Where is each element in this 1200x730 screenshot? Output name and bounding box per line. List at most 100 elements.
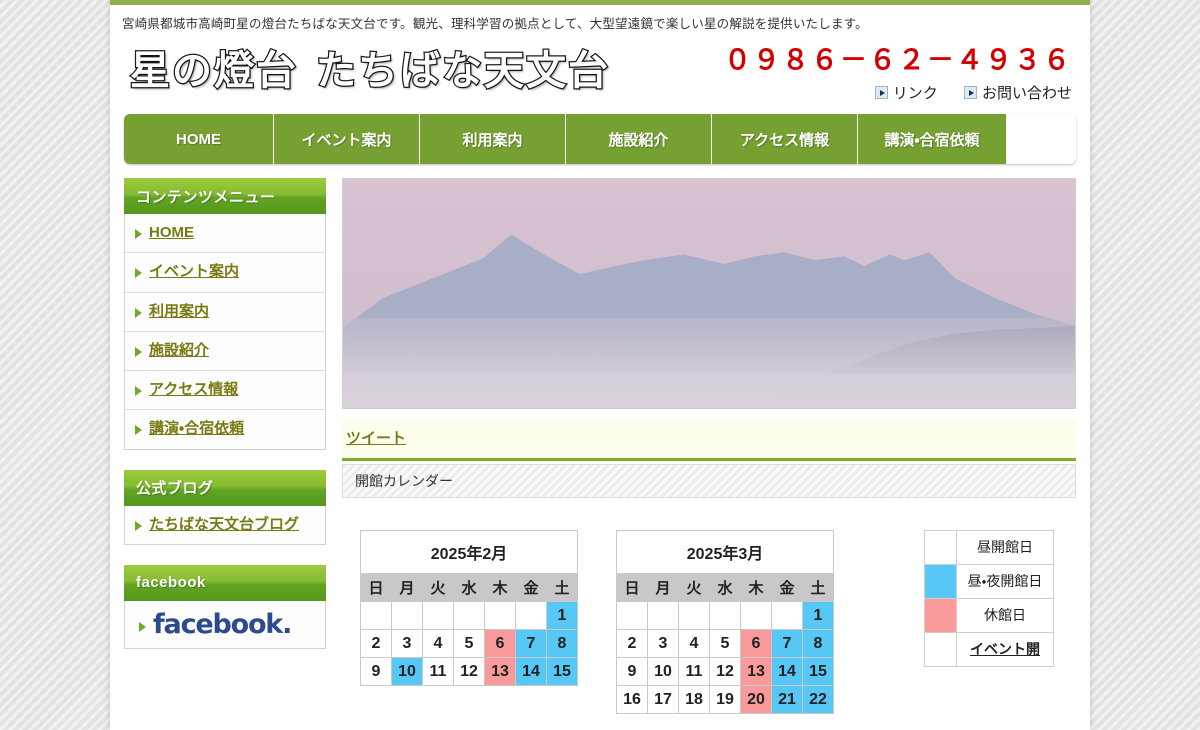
calendar-day-cell[interactable]: 8 bbox=[546, 629, 578, 658]
sidebar-item-home[interactable]: HOME bbox=[125, 214, 325, 254]
sidebar-item-home-label: HOME bbox=[149, 224, 194, 241]
nav-item-events[interactable]: イベント案内 bbox=[274, 114, 420, 164]
calendar-day-cell[interactable]: 15 bbox=[802, 657, 834, 686]
hero-landscape-illustration bbox=[343, 179, 1075, 408]
sidebar-item-facilities[interactable]: 施設紹介 bbox=[125, 331, 325, 371]
nav-item-facilities[interactable]: 施設紹介 bbox=[566, 114, 712, 164]
calendar-day-cell[interactable]: 9 bbox=[360, 657, 392, 686]
sidebar-blog-box: たちばな天文台ブログ bbox=[124, 505, 326, 545]
sidebar-heading-blog: 公式ブログ bbox=[124, 469, 326, 506]
weekday-mon: 月 bbox=[391, 573, 423, 602]
calendar-day-cell[interactable]: 4 bbox=[678, 629, 710, 658]
legend-swatch-none bbox=[924, 632, 957, 667]
calendar-day-cell[interactable]: 18 bbox=[678, 685, 710, 714]
calendar-day-cell[interactable]: 3 bbox=[391, 629, 423, 658]
weekday-sat: 土 bbox=[802, 573, 834, 602]
calendar-week-row: 1 bbox=[360, 601, 578, 630]
calendar-march-weekday-row: 日 月 火 水 木 金 土 bbox=[616, 573, 834, 602]
calendar-day-cell[interactable]: 2 bbox=[360, 629, 392, 658]
header-link-contact[interactable]: お問い合わせ bbox=[963, 82, 1072, 103]
calendar-empty-cell bbox=[709, 601, 741, 630]
calendar-day-cell[interactable]: 5 bbox=[709, 629, 741, 658]
calendar-week-row: 9 10 11 12 13 14 15 bbox=[360, 657, 578, 686]
calendar-empty-cell bbox=[740, 601, 772, 630]
calendar-day-cell[interactable]: 13 bbox=[740, 657, 772, 686]
weekday-tue: 火 bbox=[422, 573, 454, 602]
header-link-links[interactable]: リンク bbox=[874, 82, 938, 103]
calendar-day-cell[interactable]: 8 bbox=[802, 629, 834, 658]
calendar-day-cell[interactable]: 3 bbox=[647, 629, 679, 658]
site-logo[interactable]: 星の燈台 たちばな天文台 bbox=[129, 38, 610, 96]
triangle-bullet-icon bbox=[135, 520, 142, 531]
facebook-logo: facebook. bbox=[153, 608, 292, 640]
facebook-link[interactable]: facebook. bbox=[125, 600, 325, 648]
legend-label-event[interactable]: イベント開 bbox=[956, 632, 1054, 667]
legend-label-closed: 休館日 bbox=[956, 598, 1054, 633]
calendar-legend-table: 昼開館日 昼・夜開館日 休館日 イベント開 bbox=[924, 530, 1054, 667]
calendar-day-cell[interactable]: 15 bbox=[546, 657, 578, 686]
calendar-week-row: 2345678 bbox=[616, 629, 834, 658]
sidebar-item-events[interactable]: イベント案内 bbox=[125, 253, 325, 293]
sidebar-item-usage[interactable]: 利用案内 bbox=[125, 292, 325, 332]
calendar-day-cell[interactable]: 1 bbox=[546, 601, 578, 630]
sidebar-content-menu-box: HOME イベント案内 利用案内 施設紹介 アクセス情報 講演・合宿依頼 bbox=[124, 214, 326, 450]
triangle-bullet-icon bbox=[135, 268, 142, 279]
triangle-bullet-icon bbox=[139, 622, 146, 633]
calendar-day-cell[interactable]: 21 bbox=[771, 685, 803, 714]
calendar-day-cell[interactable]: 5 bbox=[453, 629, 485, 658]
calendar-day-cell[interactable]: 14 bbox=[771, 657, 803, 686]
calendar-day-cell[interactable]: 4 bbox=[422, 629, 454, 658]
calendar-day-cell[interactable]: 20 bbox=[740, 685, 772, 714]
legend-swatch-none bbox=[924, 530, 957, 565]
logo-text-primary: 星の燈台 bbox=[129, 48, 298, 95]
calendar-day-cell[interactable]: 6 bbox=[484, 629, 516, 658]
sidebar-item-lecture-camp[interactable]: 講演・合宿依頼 bbox=[125, 410, 325, 449]
calendar-day-cell[interactable]: 11 bbox=[678, 657, 710, 686]
sidebar-item-events-label: イベント案内 bbox=[149, 263, 240, 281]
calendar-empty-cell bbox=[515, 601, 547, 630]
calendar-empty-cell bbox=[422, 601, 454, 630]
calendar-empty-cell bbox=[771, 601, 803, 630]
calendar-day-cell[interactable]: 11 bbox=[422, 657, 454, 686]
tweet-link[interactable]: ツイート bbox=[346, 430, 406, 447]
nav-item-usage[interactable]: 利用案内 bbox=[420, 114, 566, 164]
logo-text-secondary: たちばな天文台 bbox=[315, 48, 610, 95]
header-link-contact-label: お問い合わせ bbox=[981, 85, 1072, 102]
calendar-day-cell[interactable]: 7 bbox=[515, 629, 547, 658]
calendar-day-cell[interactable]: 2 bbox=[616, 629, 648, 658]
triangle-bullet-icon bbox=[135, 346, 142, 357]
weekday-mon: 月 bbox=[647, 573, 679, 602]
weekday-sun: 日 bbox=[360, 573, 392, 602]
calendar-empty-cell bbox=[647, 601, 679, 630]
nav-item-home[interactable]: HOME bbox=[124, 114, 274, 164]
calendar-legend: 昼開館日 昼・夜開館日 休館日 イベント開 bbox=[924, 530, 1054, 667]
phone-number: ０９８６－６２－４９３６ bbox=[724, 45, 1072, 75]
nav-item-access[interactable]: アクセス情報 bbox=[712, 114, 858, 164]
calendar-day-cell[interactable]: 6 bbox=[740, 629, 772, 658]
calendar-march-title: 2025年3月 bbox=[616, 530, 834, 573]
calendar-day-cell[interactable]: 22 bbox=[802, 685, 834, 714]
calendar-day-cell[interactable]: 16 bbox=[616, 685, 648, 714]
calendar-day-cell[interactable]: 17 bbox=[647, 685, 679, 714]
calendar-day-cell[interactable]: 12 bbox=[453, 657, 485, 686]
calendar-day-cell[interactable]: 14 bbox=[515, 657, 547, 686]
sidebar-item-access[interactable]: アクセス情報 bbox=[125, 371, 325, 411]
sidebar-item-blog[interactable]: たちばな天文台ブログ bbox=[125, 505, 325, 544]
calendar-day-cell[interactable]: 9 bbox=[616, 657, 648, 686]
weekday-wed: 水 bbox=[453, 573, 485, 602]
weekday-sat: 土 bbox=[546, 573, 578, 602]
calendar-day-cell[interactable]: 10 bbox=[391, 657, 423, 686]
calendar-day-cell[interactable]: 10 bbox=[647, 657, 679, 686]
nav-item-lecture-camp[interactable]: 講演・合宿依頼 bbox=[858, 114, 1006, 164]
calendar-february: 2025年2月 日 月 火 水 木 金 土 1 2 3 4 5 6 7 8 9 10 11 12 13 1… bbox=[360, 530, 578, 686]
legend-label-day-night-open: 昼・夜開館日 bbox=[956, 564, 1054, 599]
site-tagline: 宮崎県都城市高崎町星の燈台たちばな天文台です。観光、理科学習の拠点として、大型望… bbox=[122, 17, 868, 31]
sidebar: コンテンツメニュー HOME イベント案内 利用案内 施設紹介 アクセス情報 講… bbox=[124, 178, 326, 714]
calendar-day-cell[interactable]: 7 bbox=[771, 629, 803, 658]
calendar-day-cell[interactable]: 12 bbox=[709, 657, 741, 686]
calendar-week-row: 16 17 18 19 20 21 22 bbox=[616, 685, 834, 714]
calendar-day-cell[interactable]: 13 bbox=[484, 657, 516, 686]
calendar-day-cell[interactable]: 1 bbox=[802, 601, 834, 630]
calendar-day-cell[interactable]: 19 bbox=[709, 685, 741, 714]
legend-event-link[interactable]: イベント開 bbox=[970, 641, 1040, 657]
